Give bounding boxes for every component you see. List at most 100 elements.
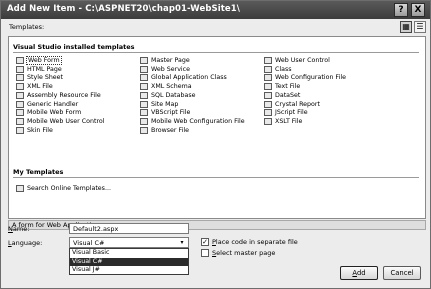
template-item[interactable]: Web Configuration File bbox=[264, 74, 346, 83]
place-code-text: lace code in separate file bbox=[215, 238, 298, 246]
template-item[interactable]: Mobile Web Configuration File bbox=[140, 117, 245, 126]
language-option-visual-csharp[interactable]: Visual C# bbox=[70, 257, 188, 267]
my-templates-divider bbox=[13, 177, 419, 178]
template-item[interactable]: Mobile Web User Control bbox=[16, 117, 105, 126]
template-file-icon bbox=[140, 83, 148, 91]
templates-list: Visual Studio installed templates Web Fo… bbox=[8, 36, 426, 219]
template-file-icon bbox=[140, 74, 148, 82]
template-item-label: XML Schema bbox=[151, 83, 192, 91]
template-item[interactable]: HTML Page bbox=[16, 65, 62, 74]
templates-label: Templates: bbox=[9, 23, 45, 31]
template-item-label: Generic Handler bbox=[27, 100, 79, 108]
template-item[interactable]: XSLT File bbox=[264, 117, 302, 126]
template-item[interactable]: Browser File bbox=[140, 126, 189, 135]
template-item[interactable]: Style Sheet bbox=[16, 74, 63, 83]
my-templates-header: My Templates bbox=[13, 168, 64, 176]
template-item-label: Assembly Resource File bbox=[27, 91, 101, 99]
cancel-button[interactable]: Cancel bbox=[383, 266, 421, 280]
template-item[interactable]: Web Form bbox=[16, 55, 62, 65]
language-option-visual-jsharp[interactable]: Visual J# bbox=[70, 266, 188, 275]
help-button[interactable]: ? bbox=[394, 3, 408, 17]
template-item[interactable]: Text File bbox=[264, 82, 300, 91]
chevron-down-icon[interactable]: ▾ bbox=[177, 239, 187, 247]
place-code-label: Place code in separate file bbox=[212, 238, 298, 246]
template-file-icon bbox=[16, 126, 24, 134]
template-item-label: Mobile Web Configuration File bbox=[151, 118, 245, 126]
template-file-icon bbox=[264, 56, 272, 64]
template-item[interactable]: Site Map bbox=[140, 100, 178, 109]
language-dropdown-list: Visual Basic Visual C# Visual J# bbox=[69, 248, 189, 275]
template-file-icon bbox=[16, 91, 24, 99]
title-bar[interactable]: Add New Item - C:\ASPNET20\chap01-WebSit… bbox=[1, 1, 430, 19]
template-item-label: Global Application Class bbox=[151, 74, 227, 82]
large-icons-view-button[interactable]: ▦ bbox=[400, 21, 412, 33]
template-item-search-online[interactable]: Search Online Templates... bbox=[16, 184, 111, 193]
template-item-label: HTML Page bbox=[27, 65, 62, 73]
template-item[interactable]: Crystal Report bbox=[264, 100, 320, 109]
template-item-label: XSLT File bbox=[275, 118, 303, 126]
template-file-icon bbox=[264, 91, 272, 99]
template-item-label: XML File bbox=[27, 83, 53, 91]
template-item-label: Mobile Web User Control bbox=[27, 118, 105, 126]
name-label-text: ame: bbox=[12, 225, 30, 233]
template-item[interactable]: SQL Database bbox=[140, 91, 196, 100]
template-item[interactable]: Assembly Resource File bbox=[16, 91, 101, 100]
template-item[interactable]: XML File bbox=[16, 82, 53, 91]
place-code-checkbox[interactable]: ✓ Place code in separate file bbox=[201, 238, 298, 246]
add-button-text: dd bbox=[356, 269, 366, 277]
template-item-label: Master Page bbox=[151, 56, 190, 64]
template-item-label: Search Online Templates... bbox=[27, 184, 111, 192]
template-item-label: Style Sheet bbox=[27, 74, 64, 82]
template-item[interactable]: JScript File bbox=[264, 109, 308, 118]
template-file-icon bbox=[264, 74, 272, 82]
installed-templates-divider bbox=[13, 52, 419, 53]
language-select-value: Visual C# bbox=[73, 239, 105, 247]
select-master-checkbox[interactable]: Select master page bbox=[201, 249, 275, 257]
template-item-label: DataSet bbox=[275, 91, 301, 99]
template-item[interactable]: Class bbox=[264, 65, 292, 74]
select-master-checkbox-box[interactable] bbox=[201, 249, 209, 257]
place-code-checkbox-box[interactable]: ✓ bbox=[201, 238, 209, 246]
template-item[interactable]: Skin File bbox=[16, 126, 53, 135]
small-icons-view-button[interactable]: ☰ bbox=[414, 21, 426, 33]
template-item[interactable]: Generic Handler bbox=[16, 100, 78, 109]
language-select[interactable]: Visual C# ▾ bbox=[69, 237, 189, 248]
language-option-visual-basic[interactable]: Visual Basic bbox=[70, 249, 188, 258]
template-item[interactable]: Web User Control bbox=[264, 56, 330, 65]
select-master-label: Select master page bbox=[212, 249, 275, 257]
close-button[interactable]: X bbox=[411, 3, 425, 17]
template-item-label: Web Form bbox=[26, 55, 62, 65]
template-file-icon bbox=[264, 100, 272, 108]
name-label: Name: bbox=[8, 225, 29, 233]
add-button[interactable]: Add bbox=[340, 266, 378, 280]
template-file-icon bbox=[140, 91, 148, 99]
language-label: Language: bbox=[8, 239, 42, 247]
template-file-icon bbox=[264, 109, 272, 117]
template-file-icon bbox=[264, 83, 272, 91]
template-file-icon bbox=[16, 118, 24, 126]
template-item[interactable]: XML Schema bbox=[140, 82, 192, 91]
template-item[interactable]: VBScript File bbox=[140, 109, 190, 118]
template-item-label: JScript File bbox=[275, 109, 308, 117]
template-item-label: Mobile Web Form bbox=[27, 109, 82, 117]
template-file-icon bbox=[16, 65, 24, 73]
template-item[interactable]: DataSet bbox=[264, 91, 300, 100]
template-file-icon bbox=[16, 56, 24, 64]
template-item[interactable]: Mobile Web Form bbox=[16, 109, 81, 118]
template-item-label: Class bbox=[275, 65, 292, 73]
template-item[interactable]: Web Service bbox=[140, 65, 190, 74]
template-file-icon bbox=[264, 65, 272, 73]
name-input[interactable]: Default2.aspx bbox=[69, 223, 189, 234]
template-item[interactable]: Global Application Class bbox=[140, 74, 227, 83]
template-file-icon bbox=[16, 74, 24, 82]
template-file-icon bbox=[16, 100, 24, 108]
template-file-icon bbox=[16, 109, 24, 117]
template-file-icon bbox=[140, 118, 148, 126]
dialog-title: Add New Item - C:\ASPNET20\chap01-WebSit… bbox=[7, 4, 241, 14]
template-item-label: Web User Control bbox=[275, 56, 330, 64]
template-item-label: VBScript File bbox=[151, 109, 191, 117]
search-online-icon bbox=[16, 184, 24, 192]
installed-templates-header: Visual Studio installed templates bbox=[13, 43, 135, 51]
template-file-icon bbox=[140, 56, 148, 64]
template-item[interactable]: Master Page bbox=[140, 56, 190, 65]
